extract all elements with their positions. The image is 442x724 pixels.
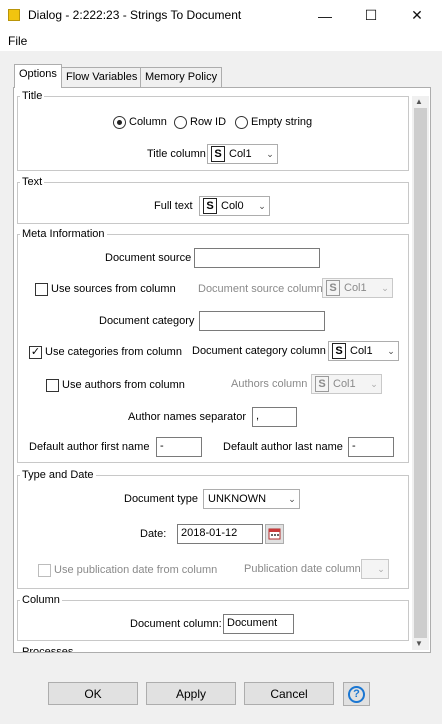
publication-date-column-select[interactable]: ⌄	[361, 559, 389, 579]
document-source-input[interactable]	[194, 248, 320, 268]
use-publication-date-label: Use publication date from column	[54, 564, 218, 576]
document-category-column-value: Col1	[350, 345, 373, 357]
author-separator-label: Author names separator	[128, 411, 247, 423]
chevron-down-icon: ⌄	[258, 200, 266, 211]
text-group-legend: Text	[20, 176, 45, 188]
help-button[interactable]: ?	[343, 682, 370, 706]
document-category-input[interactable]	[199, 311, 325, 331]
use-sources-label: Use sources from column	[51, 283, 176, 295]
chevron-down-icon: ⌄	[381, 282, 389, 293]
full-text-value: Col0	[221, 200, 244, 212]
column-group-legend: Column	[20, 594, 62, 606]
meta-information-legend: Meta Information	[20, 228, 107, 240]
radio-rowid-label: Row ID	[190, 116, 227, 128]
document-type-label: Document type	[124, 493, 198, 505]
full-text-label: Full text	[154, 200, 193, 212]
minimize-button[interactable]: —	[302, 0, 348, 31]
author-separator-input[interactable]: ,	[252, 407, 297, 427]
string-type-icon: S	[211, 146, 225, 162]
default-first-name-label: Default author first name	[29, 441, 150, 453]
full-text-select[interactable]: S Col0 ⌄	[199, 196, 270, 216]
type-date-legend: Type and Date	[20, 469, 96, 481]
document-type-select[interactable]: UNKNOWN ⌄	[203, 489, 300, 509]
chevron-down-icon: ⌄	[387, 345, 395, 356]
use-authors-label: Use authors from column	[62, 379, 185, 391]
document-category-column-select[interactable]: S Col1 ⌄	[328, 341, 399, 361]
chevron-down-icon: ⌄	[266, 148, 274, 159]
document-type-value: UNKNOWN	[208, 493, 267, 505]
help-icon: ?	[348, 685, 365, 703]
app-icon	[8, 9, 20, 21]
maximize-button[interactable]: ☐	[348, 0, 394, 31]
document-source-column-label: Document source column	[198, 283, 323, 295]
string-type-icon: S	[332, 343, 346, 359]
menu-bar: File	[0, 31, 442, 51]
authors-column-value: Col1	[333, 378, 356, 390]
scroll-down-icon[interactable]: ▼	[415, 639, 423, 648]
scrollbar-thumb[interactable]	[414, 108, 427, 638]
radio-column[interactable]	[113, 116, 126, 129]
string-type-icon: S	[315, 376, 329, 392]
date-label: Date:	[140, 528, 167, 540]
document-column-input[interactable]: Document	[223, 614, 294, 634]
tab-memory-policy[interactable]: Memory Policy	[140, 67, 223, 87]
menu-file[interactable]: File	[8, 34, 27, 48]
radio-empty-string-label: Empty string	[251, 116, 313, 128]
chevron-down-icon: ⌄	[370, 378, 378, 389]
ok-button[interactable]: OK	[48, 682, 138, 705]
use-sources-checkbox[interactable]	[35, 283, 48, 296]
title-column-select[interactable]: S Col1 ⌄	[207, 144, 278, 164]
document-source-column-value: Col1	[344, 282, 367, 294]
radio-empty-string[interactable]	[235, 116, 248, 129]
use-publication-date-checkbox[interactable]	[38, 564, 51, 577]
chevron-down-icon: ⌄	[377, 563, 385, 574]
string-type-icon: S	[203, 198, 217, 214]
document-column-label: Document column:	[130, 618, 222, 630]
use-authors-checkbox[interactable]	[46, 379, 59, 392]
default-last-name-label: Default author last name	[223, 441, 343, 453]
default-first-name-input[interactable]: -	[156, 437, 202, 457]
window-title: Dialog - 2:222:23 - Strings To Document	[28, 8, 242, 22]
radio-column-label: Column	[129, 116, 167, 128]
date-input[interactable]: 2018-01-12	[177, 524, 263, 544]
scroll-up-icon[interactable]: ▲	[415, 97, 423, 106]
publication-date-column-label: Publication date column	[244, 563, 361, 575]
authors-column-select[interactable]: S Col1 ⌄	[311, 374, 382, 394]
use-categories-label: Use categories from column	[45, 346, 182, 358]
tab-options[interactable]: Options	[14, 64, 62, 88]
close-button[interactable]: ✕	[394, 0, 440, 31]
calendar-button[interactable]	[265, 524, 284, 544]
minimize-icon: —	[318, 7, 332, 24]
close-icon: ✕	[411, 7, 423, 23]
document-source-label: Document source	[105, 252, 192, 264]
string-type-icon: S	[326, 280, 340, 296]
calendar-icon	[268, 528, 281, 540]
title-column-value: Col1	[229, 148, 252, 160]
document-source-column-select[interactable]: S Col1 ⌄	[322, 278, 393, 298]
tab-flow-variables[interactable]: Flow Variables	[61, 67, 143, 87]
title-column-label: Title column	[147, 148, 206, 160]
default-last-name-input[interactable]: -	[348, 437, 394, 457]
use-categories-checkbox[interactable]: ✓	[29, 346, 42, 359]
radio-rowid[interactable]	[174, 116, 187, 129]
authors-column-label: Authors column	[231, 378, 308, 390]
document-category-column-label: Document category column	[192, 345, 326, 357]
apply-button[interactable]: Apply	[146, 682, 236, 705]
chevron-down-icon: ⌄	[288, 493, 296, 504]
maximize-icon: ☐	[364, 7, 378, 23]
title-bar: Dialog - 2:222:23 - Strings To Document …	[0, 0, 442, 31]
title-group-legend: Title	[20, 90, 45, 102]
processes-group-legend: Processes	[20, 646, 76, 652]
document-category-label: Document category	[99, 315, 195, 327]
cancel-button[interactable]: Cancel	[244, 682, 334, 705]
